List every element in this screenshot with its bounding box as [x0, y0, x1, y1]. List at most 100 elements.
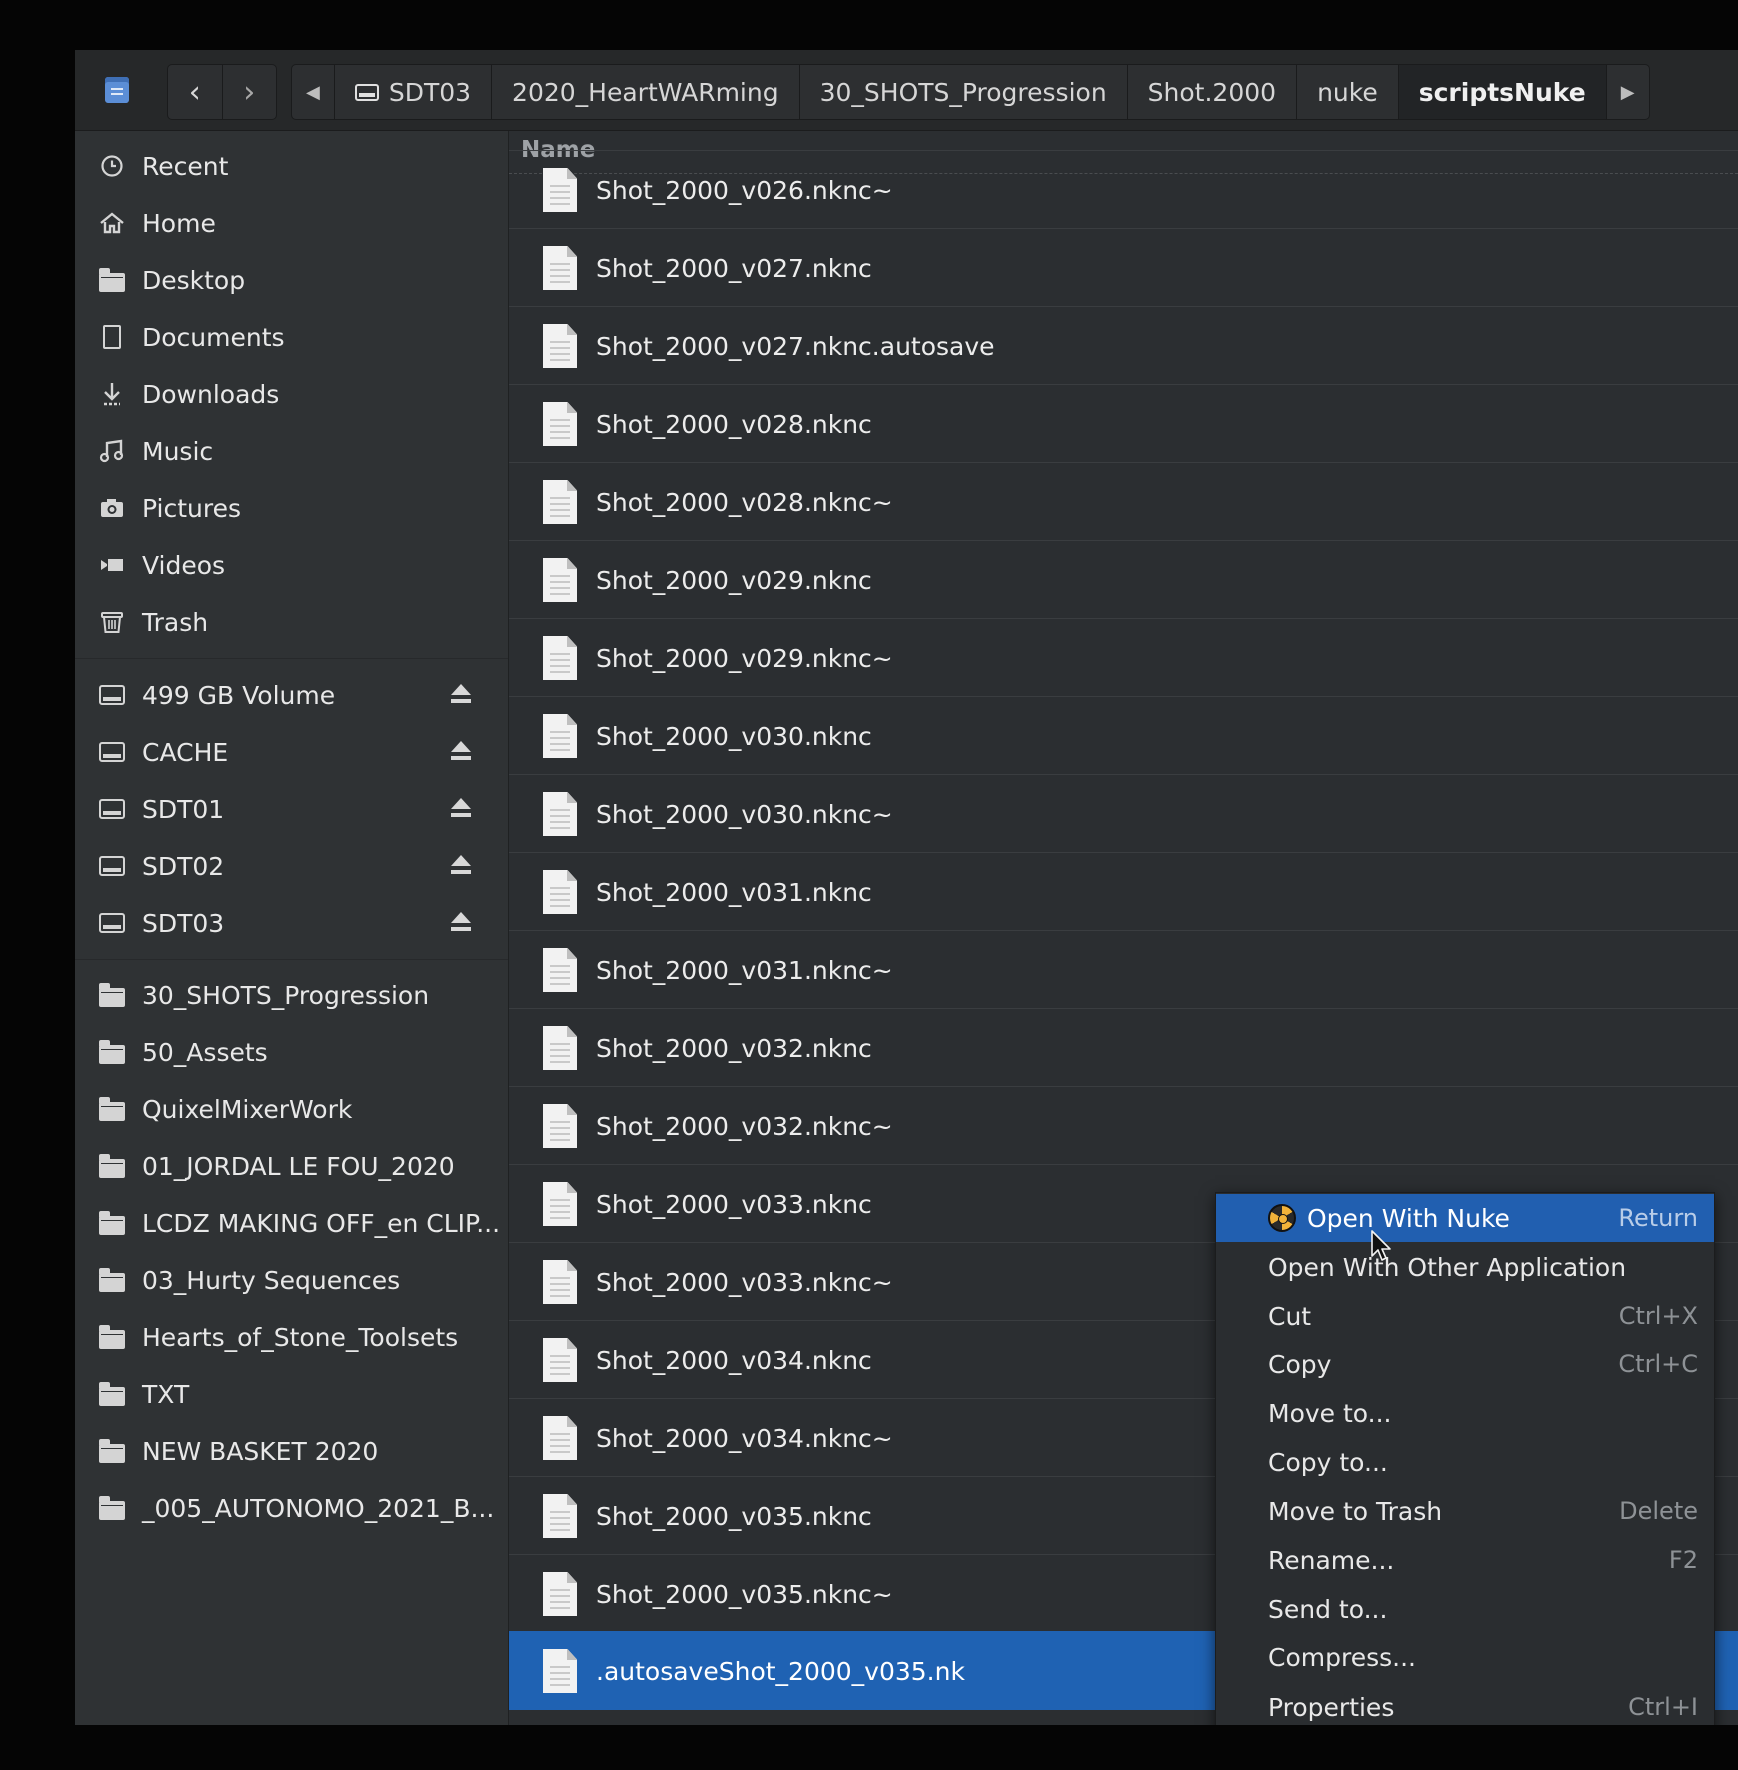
- sidebar-item-label: 01_JORDAL LE FOU_2020: [142, 1151, 455, 1181]
- file-name: Shot_2000_v032.nknc: [596, 1033, 872, 1063]
- file-row[interactable]: Shot_2000_v027.nknc.autosave: [509, 306, 1738, 385]
- navigation-buttons: ‹ ›: [167, 64, 277, 120]
- sidebar-item-music[interactable]: Music: [75, 423, 508, 479]
- menu-item-copy[interactable]: Copy Ctrl+C: [1216, 1340, 1714, 1388]
- eject-icon[interactable]: [449, 855, 473, 877]
- menu-item-label: Copy: [1268, 1349, 1332, 1379]
- sidebar-bookmark-item[interactable]: Hearts_of_Stone_Toolsets: [75, 1309, 508, 1365]
- sidebar-item-label: SDT03: [142, 908, 225, 938]
- header-bar: ‹ › ◀ SDT03 2020_HeartWARming 30_SHOTS_P…: [75, 50, 1738, 131]
- breadcrumb: ◀ SDT03 2020_HeartWARming 30_SHOTS_Progr…: [291, 64, 1650, 120]
- sidebar-item-label: Videos: [142, 550, 226, 580]
- file-row[interactable]: Shot_2000_v026.nknc~: [509, 150, 1738, 229]
- sidebar-bookmark-item[interactable]: NEW BASKET 2020: [75, 1423, 508, 1479]
- file-row[interactable]: Shot_2000_v029.nknc: [509, 540, 1738, 619]
- file-name: Shot_2000_v029.nknc: [596, 565, 872, 595]
- file-row[interactable]: Shot_2000_v031.nknc~: [509, 930, 1738, 1009]
- breadcrumb-item-sdt03[interactable]: SDT03: [333, 65, 491, 119]
- sidebar-item-cache[interactable]: CACHE: [75, 724, 508, 780]
- menu-item-send-to[interactable]: Send to...: [1216, 1585, 1714, 1633]
- file-row[interactable]: Shot_2000_v032.nknc: [509, 1008, 1738, 1087]
- file-name: Shot_2000_v035.nknc~: [596, 1579, 893, 1609]
- sidebar-bookmark-item[interactable]: TXT: [75, 1366, 508, 1422]
- sidebar-item-sdt01[interactable]: SDT01: [75, 781, 508, 837]
- file-row[interactable]: Shot_2000_v028.nknc: [509, 384, 1738, 463]
- sidebar-bookmark-item[interactable]: 01_JORDAL LE FOU_2020: [75, 1138, 508, 1194]
- text-file-icon: [543, 1572, 577, 1616]
- sidebar-item-home[interactable]: Home: [75, 195, 508, 251]
- breadcrumb-item-scriptsnuke[interactable]: scriptsNuke: [1397, 65, 1606, 119]
- drive-icon: [98, 738, 126, 766]
- menu-item-move-to[interactable]: Move to...: [1216, 1389, 1714, 1437]
- menu-item-properties[interactable]: Properties Ctrl+I: [1216, 1683, 1714, 1725]
- text-file-icon: [543, 636, 577, 680]
- file-name: Shot_2000_v035.nknc: [596, 1501, 872, 1531]
- file-name: Shot_2000_v033.nknc~: [596, 1267, 893, 1297]
- file-row[interactable]: Shot_2000_v032.nknc~: [509, 1086, 1738, 1165]
- eject-icon[interactable]: [449, 684, 473, 706]
- folder-icon: [98, 1209, 126, 1237]
- folder-icon: [98, 1494, 126, 1522]
- sidebar-item-pictures[interactable]: Pictures: [75, 480, 508, 536]
- sidebar-item-trash[interactable]: Trash: [75, 594, 508, 650]
- menu-item-open-with-other[interactable]: Open With Other Application: [1216, 1243, 1714, 1291]
- sidebar-bookmark-item[interactable]: _005_AUTONOMO_2021_B...: [75, 1480, 508, 1536]
- sidebar-item-label: 03_Hurty Sequences: [142, 1265, 401, 1295]
- text-file-icon: [543, 792, 577, 836]
- sidebar-item-499gb-volume[interactable]: 499 GB Volume: [75, 667, 508, 723]
- file-name: Shot_2000_v030.nknc~: [596, 799, 893, 829]
- menu-item-move-to-trash[interactable]: Move to Trash Delete: [1216, 1487, 1714, 1535]
- sidebar-bookmark-item[interactable]: QuixelMixerWork: [75, 1081, 508, 1137]
- file-row[interactable]: Shot_2000_v029.nknc~: [509, 618, 1738, 697]
- eject-icon[interactable]: [449, 741, 473, 763]
- sidebar-item-sdt02[interactable]: SDT02: [75, 838, 508, 894]
- sidebar-bookmark-item[interactable]: LCDZ MAKING OFF_en CLIP...: [75, 1195, 508, 1251]
- sidebar-item-label: Documents: [142, 322, 285, 352]
- menu-item-open-with-nuke[interactable]: Open With Nuke Return: [1216, 1194, 1714, 1242]
- back-button[interactable]: ‹: [168, 65, 222, 119]
- file-row[interactable]: Shot_2000_v027.nknc: [509, 228, 1738, 307]
- menu-item-compress[interactable]: Compress...: [1216, 1633, 1714, 1681]
- text-file-icon: [543, 1494, 577, 1538]
- folder-icon: [98, 1437, 126, 1465]
- menu-item-shortcut: Return: [1618, 1204, 1698, 1232]
- sidebar-item-recent[interactable]: Recent: [75, 138, 508, 194]
- text-file-icon: [543, 714, 577, 758]
- sidebar-bookmark-item[interactable]: 50_Assets: [75, 1024, 508, 1080]
- file-manager-app-icon[interactable]: [105, 77, 129, 103]
- breadcrumb-item-nuke[interactable]: nuke: [1296, 65, 1398, 119]
- sidebar-item-documents[interactable]: Documents: [75, 309, 508, 365]
- menu-item-cut[interactable]: Cut Ctrl+X: [1216, 1292, 1714, 1340]
- music-icon: [98, 437, 126, 465]
- sidebar-bookmark-item[interactable]: 03_Hurty Sequences: [75, 1252, 508, 1308]
- file-row[interactable]: Shot_2000_v028.nknc~: [509, 462, 1738, 541]
- sidebar-item-videos[interactable]: Videos: [75, 537, 508, 593]
- sidebar-item-label: Hearts_of_Stone_Toolsets: [142, 1322, 459, 1352]
- breadcrumb-item-shots-progression[interactable]: 30_SHOTS_Progression: [798, 65, 1127, 119]
- forward-button[interactable]: ›: [221, 65, 277, 119]
- text-file-icon: [543, 168, 577, 212]
- menu-item-rename[interactable]: Rename... F2: [1216, 1536, 1714, 1584]
- breadcrumb-item-shot-2000[interactable]: Shot.2000: [1126, 65, 1296, 119]
- text-file-icon: [543, 1182, 577, 1226]
- nuke-app-icon: [1268, 1204, 1296, 1232]
- breadcrumb-scroll-right-button[interactable]: ▶: [1605, 65, 1649, 119]
- file-row[interactable]: Shot_2000_v030.nknc~: [509, 774, 1738, 853]
- sidebar-item-downloads[interactable]: Downloads: [75, 366, 508, 422]
- breadcrumb-item-heartwarming[interactable]: 2020_HeartWARming: [491, 65, 799, 119]
- sidebar-item-sdt03[interactable]: SDT03: [75, 895, 508, 951]
- sidebar-item-desktop[interactable]: Desktop: [75, 252, 508, 308]
- breadcrumb-label: scriptsNuke: [1418, 77, 1586, 107]
- sidebar-bookmark-item[interactable]: 30_SHOTS_Progression: [75, 967, 508, 1023]
- eject-icon[interactable]: [449, 798, 473, 820]
- file-name: Shot_2000_v032.nknc~: [596, 1111, 893, 1141]
- breadcrumb-scroll-left-button[interactable]: ◀: [292, 65, 334, 119]
- menu-item-copy-to[interactable]: Copy to...: [1216, 1438, 1714, 1486]
- folder-icon: [98, 1095, 126, 1123]
- file-row[interactable]: Shot_2000_v031.nknc: [509, 852, 1738, 931]
- document-icon: [98, 323, 126, 351]
- file-row[interactable]: Shot_2000_v030.nknc: [509, 696, 1738, 775]
- eject-icon[interactable]: [449, 912, 473, 934]
- sidebar-item-label: _005_AUTONOMO_2021_B...: [142, 1493, 495, 1523]
- text-file-icon: [543, 246, 577, 290]
